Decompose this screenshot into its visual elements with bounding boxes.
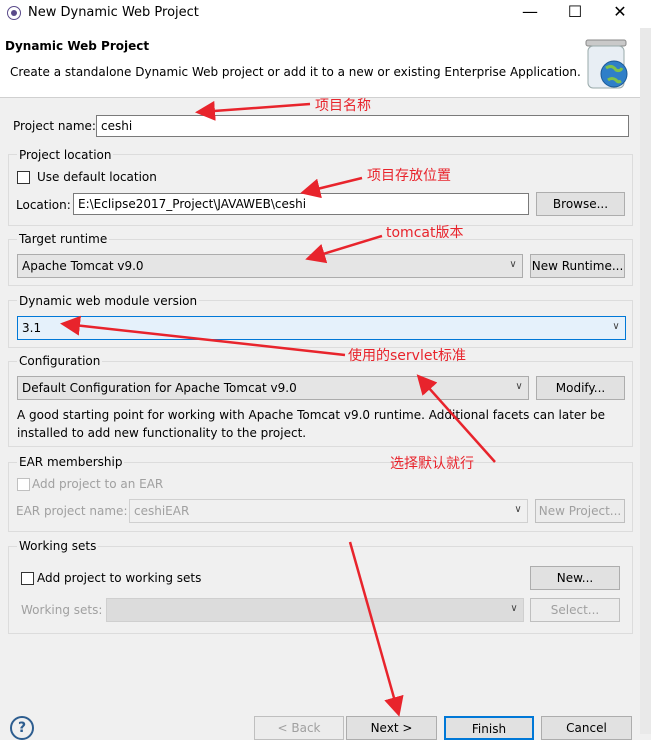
add-to-working-sets-label: Add project to working sets <box>37 571 202 585</box>
working-sets-label: Working sets: <box>21 603 103 617</box>
chevron-down-icon: ∨ <box>514 504 522 515</box>
project-location-group-label: Project location <box>17 148 114 162</box>
annotation-project-name: 项目名称 <box>315 98 371 114</box>
minimize-button[interactable]: — <box>510 2 550 24</box>
window-titlebar: New Dynamic Web Project — ☐ ✕ <box>0 0 651 28</box>
configuration-combo[interactable]: Default Configuration for Apache Tomcat … <box>17 376 529 400</box>
ear-membership-group-label: EAR membership <box>17 455 125 469</box>
module-version-group-label: Dynamic web module version <box>17 294 200 308</box>
new-runtime-button[interactable]: New Runtime... <box>530 254 625 278</box>
annotation-arrow-project-name <box>195 100 311 121</box>
configuration-value: Default Configuration for Apache Tomcat … <box>22 381 297 395</box>
new-working-set-button[interactable]: New... <box>530 566 620 590</box>
finish-button[interactable]: Finish <box>444 716 534 740</box>
back-button[interactable]: < Back <box>254 716 344 740</box>
next-button[interactable]: Next > <box>346 716 437 740</box>
annotation-servlet: 使用的servlet标准 <box>348 348 466 364</box>
add-to-working-sets-checkbox[interactable] <box>21 572 34 585</box>
working-sets-combo[interactable]: ∨ <box>106 598 524 622</box>
module-version-combo[interactable]: 3.1 ∨ <box>17 316 626 340</box>
location-label: Location: <box>16 198 71 212</box>
annotation-configuration: 选择默认就行 <box>390 456 474 472</box>
configuration-group-label: Configuration <box>17 354 103 368</box>
configuration-description-line2: installed to add new functionality to th… <box>17 426 307 440</box>
modify-button[interactable]: Modify... <box>536 376 625 400</box>
help-icon[interactable]: ? <box>10 716 34 740</box>
annotation-location: 项目存放位置 <box>367 168 451 184</box>
chevron-down-icon: ∨ <box>612 321 620 332</box>
target-runtime-value: Apache Tomcat v9.0 <box>22 259 144 273</box>
maximize-button[interactable]: ☐ <box>555 2 595 24</box>
cancel-button[interactable]: Cancel <box>541 716 632 740</box>
ear-project-name-combo[interactable]: ceshiEAR ∨ <box>129 499 528 523</box>
target-runtime-combo[interactable]: Apache Tomcat v9.0 ∨ <box>17 254 523 278</box>
eclipse-icon <box>7 6 21 20</box>
project-name-input[interactable]: ceshi <box>96 115 629 137</box>
select-working-sets-button[interactable]: Select... <box>530 598 620 622</box>
add-to-ear-checkbox[interactable] <box>17 478 30 491</box>
ear-project-name-value: ceshiEAR <box>134 504 190 518</box>
project-name-label: Project name: <box>13 119 96 133</box>
working-sets-group-label: Working sets <box>17 539 99 553</box>
use-default-location-label: Use default location <box>37 170 157 184</box>
module-version-value: 3.1 <box>22 321 42 335</box>
wizard-description: Create a standalone Dynamic Web project … <box>10 65 581 79</box>
wizard-title: Dynamic Web Project <box>5 39 150 53</box>
wizard-header: Dynamic Web Project Create a standalone … <box>0 28 651 98</box>
scrollbar[interactable] <box>640 28 651 734</box>
target-runtime-group-label: Target runtime <box>17 232 110 246</box>
chevron-down-icon: ∨ <box>509 259 517 270</box>
window-title: New Dynamic Web Project <box>28 5 199 20</box>
chevron-down-icon: ∨ <box>510 603 518 614</box>
configuration-description-line1: A good starting point for working with A… <box>17 408 606 422</box>
ear-project-name-label: EAR project name: <box>16 504 128 518</box>
new-ear-project-button[interactable]: New Project... <box>535 499 625 523</box>
chevron-down-icon: ∨ <box>515 381 523 392</box>
browse-button[interactable]: Browse... <box>536 192 625 216</box>
web-project-jar-icon <box>585 39 628 89</box>
close-button[interactable]: ✕ <box>600 2 640 24</box>
location-input[interactable]: E:\Eclipse2017_Project\JAVAWEB\ceshi <box>73 193 529 215</box>
use-default-location-checkbox[interactable] <box>17 171 30 184</box>
add-to-ear-label: Add project to an EAR <box>32 477 164 491</box>
annotation-runtime: tomcat版本 <box>386 225 464 241</box>
